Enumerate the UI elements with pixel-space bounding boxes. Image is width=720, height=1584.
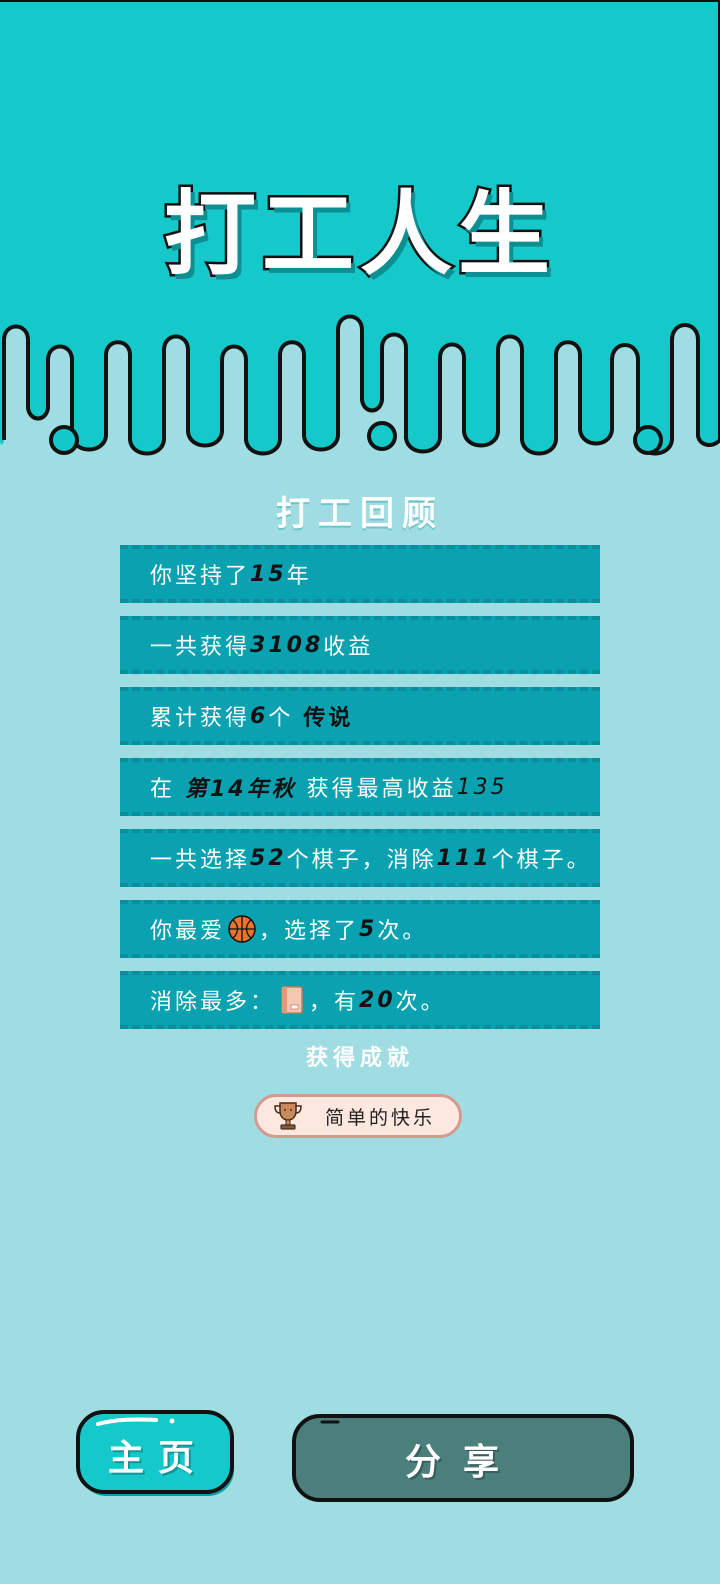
- stat-value: 52: [250, 845, 287, 871]
- home-button[interactable]: 主页: [76, 1410, 240, 1500]
- stat-value: 15: [250, 561, 287, 587]
- stat-text: 个: [268, 706, 304, 731]
- stat-value: 5: [359, 916, 378, 942]
- stat-row-legend: 累计获得 6 个 传说: [120, 687, 600, 745]
- stat-row-favorite: 你最爱 ，选择了 5 次。: [120, 900, 600, 958]
- stat-value: 传说: [303, 706, 354, 731]
- achievement-badge[interactable]: 简单的快乐: [254, 1094, 462, 1138]
- stat-value: 6: [250, 703, 269, 729]
- stat-row-best: 在 第14年秋 获得最高收益 135: [120, 758, 600, 816]
- stat-text: 累计获得: [150, 706, 251, 731]
- stat-value: 20: [359, 987, 396, 1013]
- stat-text: 收益: [323, 635, 374, 660]
- stat-text: 你坚持了: [150, 564, 251, 589]
- book-icon: [281, 986, 303, 1014]
- share-button[interactable]: 分享: [292, 1414, 634, 1504]
- home-button-label: 主页: [107, 1438, 208, 1479]
- stat-text: 年: [286, 564, 312, 589]
- stat-row-years: 你坚持了 15 年: [120, 545, 600, 603]
- achievement-title: 获得成就: [305, 1046, 414, 1071]
- stat-value: 第14年秋: [185, 777, 297, 802]
- stat-text: ，选择了: [259, 919, 360, 944]
- stat-text: 获得最高收益: [296, 777, 457, 802]
- stat-text: 个棋子，消除: [286, 848, 437, 873]
- stat-text: 你最爱: [150, 919, 226, 944]
- stat-text: 次。: [377, 919, 428, 944]
- achievement-label: 简单的快乐: [325, 1106, 436, 1129]
- stat-row-eliminated: 消除最多： ，有 20 次。: [120, 971, 600, 1029]
- stat-text: 个棋子。: [491, 848, 592, 873]
- game-title: 打工人生: [161, 179, 556, 291]
- basketball-icon: [228, 915, 256, 943]
- stat-text: 一共获得: [150, 635, 251, 660]
- stat-text: 消除最多：: [150, 990, 276, 1015]
- stat-row-pieces: 一共选择 52 个棋子，消除 111 个棋子。: [120, 829, 600, 887]
- trophy-icon: [274, 1102, 302, 1130]
- stat-text: ，有: [309, 990, 360, 1015]
- stat-row-income: 一共获得 3108 收益: [120, 616, 600, 674]
- stat-text: 在: [150, 777, 185, 802]
- stat-text: 一共选择: [150, 848, 251, 873]
- stat-text: 次。: [395, 990, 446, 1015]
- stat-value: 135: [456, 774, 508, 800]
- review-stats-list: 你坚持了 15 年 一共获得 3108 收益 累计获得 6 个 传说 在 第14年秋 获得最…: [120, 545, 600, 1042]
- stat-value: 3108: [250, 632, 324, 658]
- share-button-label: 分享: [404, 1442, 521, 1483]
- stat-value: 111: [436, 845, 492, 871]
- review-title: 打工回顾: [276, 494, 444, 534]
